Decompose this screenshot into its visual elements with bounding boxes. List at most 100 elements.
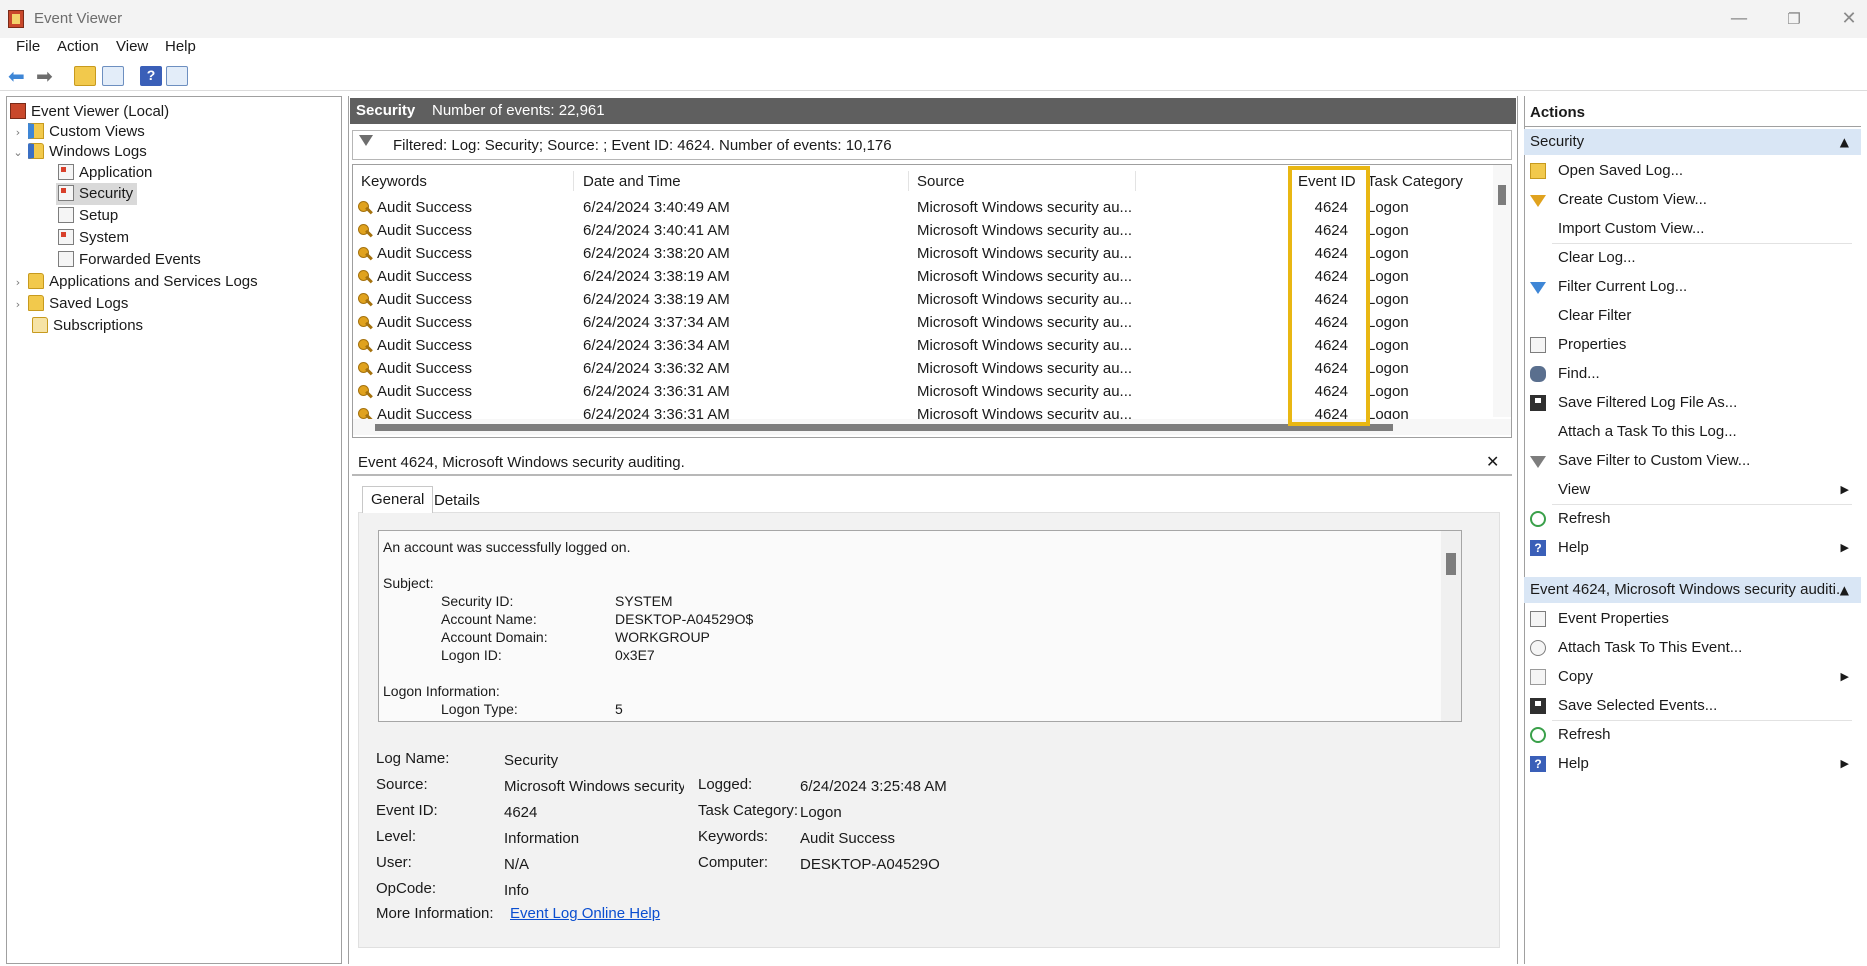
tree-item-system[interactable]: System bbox=[58, 227, 129, 249]
collapse-triangle-icon[interactable]: ▲ bbox=[1840, 577, 1849, 603]
action-item[interactable]: Import Custom View... bbox=[1524, 216, 1861, 242]
action-separator bbox=[1552, 720, 1852, 721]
message-label: Account Domain: bbox=[441, 629, 548, 645]
property-computer-label: Computer: bbox=[698, 854, 769, 871]
tree-label: System bbox=[79, 229, 130, 246]
custom-views-folder-icon bbox=[28, 123, 45, 139]
vertical-scrollbar-thumb[interactable] bbox=[1498, 185, 1506, 205]
cell-source: Microsoft Windows security au... bbox=[917, 268, 1133, 285]
horizontal-scrollbar-thumb[interactable] bbox=[375, 424, 1393, 431]
action-item[interactable]: Clear Log... bbox=[1524, 245, 1861, 271]
tree-item-application[interactable]: Application bbox=[58, 162, 152, 184]
action-item[interactable]: Refresh bbox=[1524, 722, 1861, 748]
cell-date-time: 6/24/2024 3:40:49 AM bbox=[583, 199, 730, 216]
tab-details[interactable]: Details bbox=[426, 488, 488, 514]
cell-keywords: Audit Success bbox=[377, 245, 473, 262]
audit-success-key-icon bbox=[357, 385, 373, 401]
property-logged-label: Logged: bbox=[698, 776, 753, 793]
property-event-id-label: Event ID: bbox=[376, 802, 438, 819]
action-item[interactable]: Find... bbox=[1524, 361, 1861, 387]
property-computer: DESKTOP-A04529O bbox=[800, 856, 940, 873]
tree-item-apps-services-logs[interactable]: › Applications and Services Logs bbox=[12, 271, 258, 293]
vertical-scrollbar[interactable] bbox=[1493, 165, 1511, 417]
action-label: Refresh bbox=[1558, 726, 1611, 743]
menu-file[interactable]: File bbox=[16, 38, 40, 55]
action-item[interactable]: Open Saved Log... bbox=[1524, 158, 1861, 184]
cell-task-category: Logon bbox=[1367, 291, 1409, 308]
action-label: Create Custom View... bbox=[1558, 191, 1707, 208]
action-item[interactable]: ? Help ▶ bbox=[1524, 535, 1861, 561]
property-level: Information bbox=[504, 830, 580, 847]
action-item[interactable]: Attach Task To This Event... bbox=[1524, 635, 1861, 661]
divider bbox=[1524, 126, 1861, 127]
expand-chevron-icon[interactable]: › bbox=[12, 294, 24, 316]
action-item[interactable]: Event Properties bbox=[1524, 606, 1861, 632]
cell-task-category: Logon bbox=[1367, 314, 1409, 331]
property-level-label: Level: bbox=[376, 828, 417, 845]
menu-view[interactable]: View bbox=[116, 38, 148, 55]
menu-action[interactable]: Action bbox=[57, 38, 99, 55]
action-item[interactable]: Save Filter to Custom View... bbox=[1524, 448, 1861, 474]
event-log-online-help-link[interactable]: Event Log Online Help bbox=[510, 905, 660, 922]
tree-item-security[interactable]: Security bbox=[56, 183, 138, 205]
action-item[interactable]: View ▶ bbox=[1524, 477, 1861, 503]
action-item[interactable]: Create Custom View... bbox=[1524, 187, 1861, 213]
collapse-triangle-icon[interactable]: ▲ bbox=[1840, 129, 1849, 155]
menu-help[interactable]: Help bbox=[165, 38, 196, 55]
action-label: Event Properties bbox=[1558, 610, 1669, 627]
action-item[interactable]: Save Filtered Log File As... bbox=[1524, 390, 1861, 416]
close-window-button[interactable]: ✕ bbox=[1826, 4, 1867, 34]
action-label: Find... bbox=[1558, 365, 1600, 382]
filter-description: Filtered: Log: Security; Source: ; Event… bbox=[393, 137, 892, 154]
message-label: Logon Type: bbox=[441, 701, 518, 717]
submenu-arrow-icon: ▶ bbox=[1840, 670, 1849, 683]
action-item[interactable]: ? Help ▶ bbox=[1524, 751, 1861, 777]
system-log-icon bbox=[58, 229, 74, 245]
tree-item-windows-logs[interactable]: ⌄ Windows Logs bbox=[12, 141, 147, 163]
tree-label: Security bbox=[79, 185, 134, 202]
actions-section-event[interactable]: Event 4624, Microsoft Windows security a… bbox=[1524, 577, 1861, 603]
message-scrollbar[interactable] bbox=[1441, 531, 1461, 721]
up-folder-icon[interactable] bbox=[74, 66, 96, 86]
expand-chevron-icon[interactable]: › bbox=[12, 272, 24, 294]
attach-task-icon bbox=[1530, 640, 1546, 656]
column-header-date-time[interactable]: Date and Time bbox=[583, 173, 681, 190]
action-item[interactable]: Save Selected Events... bbox=[1524, 693, 1861, 719]
message-scrollbar-thumb[interactable] bbox=[1446, 553, 1456, 575]
action-item[interactable]: Copy ▶ bbox=[1524, 664, 1861, 690]
close-detail-icon[interactable]: ✕ bbox=[1486, 452, 1499, 471]
action-label: Filter Current Log... bbox=[1558, 278, 1688, 295]
action-item[interactable]: Refresh bbox=[1524, 506, 1861, 532]
event-message-box[interactable]: An account was successfully logged on. S… bbox=[378, 530, 1462, 722]
action-label: Properties bbox=[1558, 336, 1627, 353]
column-header-keywords[interactable]: Keywords bbox=[361, 173, 427, 190]
collapse-chevron-icon[interactable]: ⌄ bbox=[12, 142, 24, 164]
actions-section-security[interactable]: Security ▲ bbox=[1524, 129, 1861, 155]
action-item[interactable]: Filter Current Log... bbox=[1524, 274, 1861, 300]
show-hide-console-tree-icon[interactable] bbox=[102, 66, 124, 86]
log-header-title: Security bbox=[356, 102, 416, 119]
tree-item-setup[interactable]: Setup bbox=[58, 205, 118, 227]
column-header-source[interactable]: Source bbox=[917, 173, 965, 190]
open-folder-icon bbox=[1530, 163, 1546, 179]
tree-item-custom-views[interactable]: › Custom Views bbox=[12, 121, 145, 143]
subscriptions-icon bbox=[32, 317, 48, 333]
action-item[interactable]: Clear Filter bbox=[1524, 303, 1861, 329]
action-label: View bbox=[1558, 481, 1591, 498]
cell-task-category: Logon bbox=[1367, 383, 1409, 400]
tab-general[interactable]: General bbox=[362, 486, 434, 513]
restore-button[interactable]: ❐ bbox=[1771, 4, 1817, 34]
help-icon[interactable]: ? bbox=[140, 66, 162, 86]
show-hide-action-pane-icon[interactable] bbox=[166, 66, 188, 86]
tree-item-subscriptions[interactable]: Subscriptions bbox=[32, 315, 143, 337]
back-arrow-icon[interactable]: ⬅ bbox=[8, 66, 30, 86]
tree-item-forwarded-events[interactable]: Forwarded Events bbox=[58, 249, 201, 271]
tree-item-saved-logs[interactable]: › Saved Logs bbox=[12, 293, 128, 315]
tree-item-root[interactable]: Event Viewer (Local) bbox=[10, 101, 169, 123]
action-separator bbox=[1552, 504, 1852, 505]
column-header-task-category[interactable]: Task Category bbox=[1367, 173, 1463, 190]
action-item[interactable]: Attach a Task To this Log... bbox=[1524, 419, 1861, 445]
forward-arrow-icon[interactable]: ➡ bbox=[36, 66, 58, 86]
minimize-button[interactable]: — bbox=[1716, 4, 1762, 34]
action-item[interactable]: Properties bbox=[1524, 332, 1861, 358]
